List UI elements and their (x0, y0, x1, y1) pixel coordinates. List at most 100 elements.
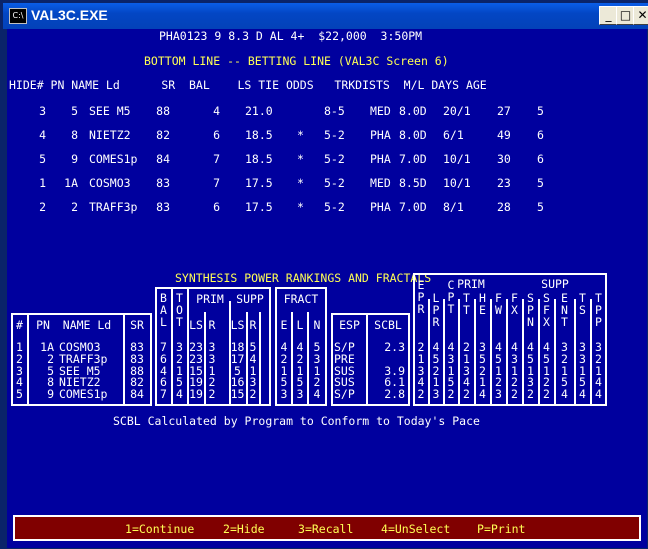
col-header-name: NAME Ld (62, 318, 112, 332)
synth-cell-sr: 84 (130, 387, 144, 402)
continue-key[interactable]: 1=Continue (125, 522, 194, 536)
bet-cell-age: 5 (537, 104, 544, 118)
synth-cell-e: 3 (280, 387, 288, 402)
bet-cell-dist: 8.0D (399, 128, 427, 142)
bet-cell-days: 30 (497, 152, 511, 166)
bet-cell-sr: 88 (156, 104, 170, 118)
bet-cell-ls: 18.5 (245, 128, 273, 142)
hide-key[interactable]: 2=Hide (223, 522, 265, 536)
synth-cell-tt: 2 (463, 387, 470, 402)
col-header-esp: ESP (339, 318, 360, 332)
col-header-cpt: C P T (447, 278, 455, 316)
bet-cell-tie: * (297, 200, 304, 214)
bet-cell-pn: 9 (71, 152, 78, 166)
bet-cell-tie: * (297, 152, 304, 166)
col-header-prim_ls: LS (189, 318, 203, 332)
bet-cell-ls: 17.5 (245, 200, 273, 214)
synth-cell-n: 5 (16, 387, 23, 402)
bet-cell-bal: 6 (213, 200, 220, 214)
bet-cell-ml: 6/1 (443, 128, 464, 142)
group-label-prim: PRIM (196, 292, 224, 306)
synth-cell-n2: 4 (313, 387, 321, 402)
synth-cell-he: 4 (479, 387, 486, 402)
bet-cell-ls: 21.0 (245, 104, 273, 118)
dos-console-icon[interactable]: C:\ (9, 8, 27, 24)
synth-cell-tot: 4 (176, 387, 183, 402)
synth-cell-ts: 4 (579, 387, 586, 402)
bet-cell-bal: 4 (213, 104, 220, 118)
synth-cell-fx: 2 (511, 387, 518, 402)
bet-cell-odds: 5-2 (324, 152, 345, 166)
bet-cell-ml: 8/1 (443, 200, 464, 214)
bet-cell-pn: 1A (64, 176, 78, 190)
group-label-supp: SUPP (236, 292, 264, 306)
bet-cell-ml: 20/1 (443, 104, 471, 118)
bet-cell-trk: PHA (370, 152, 391, 166)
col-header-ent: E N T (561, 291, 568, 329)
col-header-fract_e: E (280, 318, 288, 332)
screen-subtitle: BOTTOM LINE -- BETTING LINE (VAL3C Scree… (144, 54, 449, 68)
scbl-note: SCBL Calculated by Program to Conform to… (113, 414, 480, 428)
col-header-fract_n: N (313, 318, 321, 332)
bet-cell-tie: * (297, 176, 304, 190)
bet-cell-days: 23 (497, 176, 511, 190)
app-window: C:\ VAL3C.EXE _ □ ✕ PHA0123 9 8.3 D AL 4… (0, 0, 648, 549)
print-key[interactable]: P=Print (477, 522, 525, 536)
col-header-bal: B A L (160, 291, 167, 329)
synth-cell-tpp: 4 (595, 387, 602, 402)
col-header-ts: T S (579, 291, 586, 317)
bet-cell-age: 6 (537, 128, 544, 142)
col-header-lpr: L P R (432, 291, 440, 329)
synth-cell-ent: 4 (561, 387, 568, 402)
window-title: VAL3C.EXE (31, 7, 108, 23)
bet-cell-odds: 5-2 (324, 200, 345, 214)
bet-cell-days: 28 (497, 200, 511, 214)
synth-cell-fw: 3 (495, 387, 502, 402)
bet-cell-name: COSMO3 (89, 176, 131, 190)
bet-cell-trk: PHA (370, 128, 391, 142)
synth-cell-supp-r: 2 (249, 387, 257, 402)
col-header-epr: E P R (417, 278, 425, 316)
col-header-supp_r: R (249, 318, 257, 332)
bet-cell-bal: 7 (213, 176, 220, 190)
bet-cell-odds: 8-5 (324, 104, 345, 118)
col-header-sr: SR (130, 318, 144, 332)
function-key-bar: 1=Continue 2=Hide 3=Recall 4=UnSelect P=… (13, 515, 641, 541)
col-header-scbl: SCBL (374, 318, 402, 332)
bet-cell-bal: 7 (213, 152, 220, 166)
bet-cell-dist: 8.0D (399, 104, 427, 118)
bet-cell-name: SEE M5 (89, 104, 131, 118)
synth-cell-bal: 7 (160, 387, 167, 402)
close-button[interactable]: ✕ (633, 6, 648, 25)
col-header-prim_r: R (208, 318, 216, 332)
synthesis-title: SYNTHESIS POWER RANKINGS AND FRACTALS (175, 271, 432, 285)
bet-cell-odds: 5-2 (324, 128, 345, 142)
bet-cell-name: NIETZ2 (89, 128, 131, 142)
synth-cell-l: 3 (296, 387, 304, 402)
recall-key[interactable]: 3=Recall (298, 522, 353, 536)
synth-cell-name: COMES1p (59, 387, 108, 402)
dos-screen: PHA0123 9 8.3 D AL 4+ $22,000 3:50PM BOT… (7, 29, 647, 548)
bet-cell-dist: 7.0D (399, 152, 427, 166)
unselect-key[interactable]: 4=UnSelect (381, 522, 450, 536)
bet-cell-trk: PHA (370, 200, 391, 214)
bet-cell-bal: 6 (213, 128, 220, 142)
synth-cell-scbl: 2.8 (384, 387, 405, 402)
group-label-supp2: SUPP (541, 277, 569, 291)
bet-cell-pn: 8 (71, 128, 78, 142)
synth-cell-spn: 2 (527, 387, 534, 402)
bet-cell-pn: 5 (71, 104, 78, 118)
bet-cell-dist: 7.0D (399, 200, 427, 214)
synth-cell-epr: 2 (417, 387, 425, 402)
bet-cell-odds: 5-2 (324, 176, 345, 190)
title-bar[interactable]: C:\ VAL3C.EXE _ □ ✕ (3, 3, 648, 29)
synth-cell-prim-r: 2 (208, 387, 216, 402)
col-header-spn: S P N (527, 291, 534, 329)
bet-cell-trk: MED (370, 176, 391, 190)
race-info: PHA0123 9 8.3 D AL 4+ $22,000 3:50PM (159, 29, 423, 43)
bet-cell-days: 27 (497, 104, 511, 118)
col-header-fract_l: L (296, 318, 304, 332)
table-divider (259, 312, 261, 406)
synth-cell-sfx: 2 (543, 387, 550, 402)
bet-cell-age: 5 (537, 176, 544, 190)
